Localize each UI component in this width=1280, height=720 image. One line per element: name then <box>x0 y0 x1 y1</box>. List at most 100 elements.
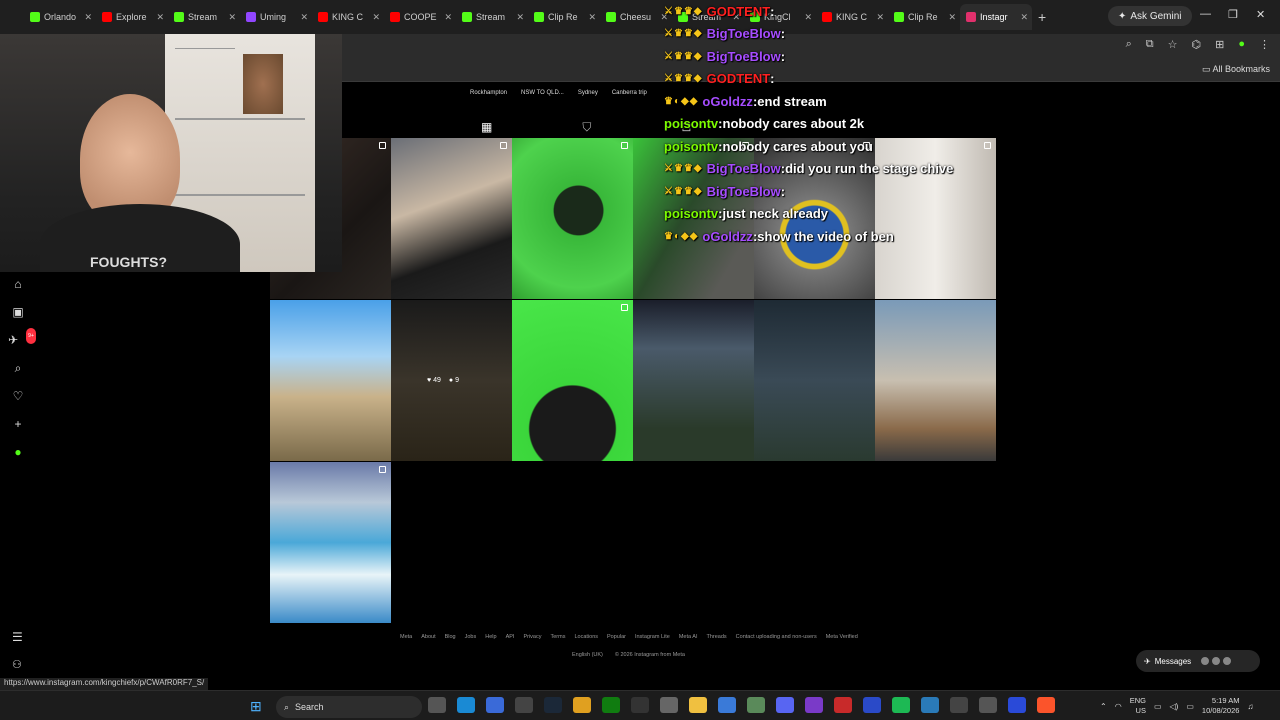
post-thumbnail[interactable] <box>633 300 754 461</box>
highlight-label[interactable]: NSW TO QLD... <box>521 90 564 96</box>
browser-tab[interactable]: Explore ✕ <box>96 4 168 30</box>
spotify-icon[interactable] <box>892 697 910 713</box>
close-tab-icon[interactable]: ✕ <box>300 12 308 23</box>
browser-tab[interactable]: Orlando ✕ <box>24 4 96 30</box>
highlight-label[interactable]: Sydney <box>578 90 598 96</box>
browser-tab[interactable]: Stream ✕ <box>456 4 528 30</box>
footer-link[interactable]: Help <box>485 634 496 640</box>
close-tab-icon[interactable]: ✕ <box>588 12 596 23</box>
post-thumbnail[interactable] <box>512 138 633 299</box>
grid-icon[interactable]: ▦ <box>481 120 492 135</box>
bookmark-star-icon[interactable]: ☆ <box>1168 38 1178 51</box>
search-icon[interactable]: ⌕ <box>15 360 22 376</box>
xbox-icon[interactable] <box>602 697 620 713</box>
footer-link[interactable]: Terms <box>550 634 565 640</box>
battery-icon[interactable]: ▭ <box>1186 702 1194 711</box>
messages-nav-icon[interactable]: ✈ 9+ <box>8 328 36 348</box>
post-thumbnail[interactable] <box>391 138 512 299</box>
notifications-heart-icon[interactable]: ♡ <box>13 388 24 404</box>
footer-link[interactable]: Jobs <box>465 634 477 640</box>
close-tab-icon[interactable]: ✕ <box>516 12 524 23</box>
post-thumbnail[interactable] <box>875 300 996 461</box>
post-thumbnail[interactable] <box>270 300 391 461</box>
file-explorer-icon[interactable] <box>689 697 707 713</box>
post-thumbnail-hovered[interactable]: ♥ 49 ● 9 <box>391 300 512 461</box>
close-tab-icon[interactable]: ✕ <box>156 12 164 23</box>
language-indicator[interactable]: ENG US <box>1130 696 1146 716</box>
app-icon[interactable] <box>805 697 823 713</box>
wifi-icon[interactable]: ◠ <box>1115 702 1122 711</box>
browser-tab[interactable]: Stream ✕ <box>168 4 240 30</box>
maximize-button[interactable]: ❐ <box>1228 8 1238 21</box>
minimize-button[interactable]: — <box>1200 8 1211 20</box>
browser-tab[interactable]: COOPE ✕ <box>384 4 456 30</box>
browser-tab[interactable]: Uming ✕ <box>240 4 312 30</box>
settings-icon[interactable] <box>660 697 678 713</box>
footer-link[interactable]: Contact uploading and non-users <box>736 634 817 640</box>
footer-link[interactable]: Blog <box>445 634 456 640</box>
taskbar-search[interactable]: ⌕ Search <box>276 696 422 718</box>
browser-tab[interactable]: KING C ✕ <box>312 4 384 30</box>
start-button[interactable]: ⊞ <box>250 698 262 715</box>
meta-apps-icon[interactable]: ⚇ <box>12 658 22 671</box>
discord-icon[interactable] <box>776 697 794 713</box>
close-tab-icon[interactable]: ✕ <box>372 12 380 23</box>
extension-icon[interactable]: ⌬ <box>1192 38 1202 51</box>
volume-icon[interactable]: ◁) <box>1170 702 1179 711</box>
app-icon[interactable] <box>486 697 504 713</box>
app-icon[interactable] <box>921 697 939 713</box>
ask-gemini-button[interactable]: ✦ Ask Gemini <box>1108 6 1192 26</box>
app-icon[interactable] <box>631 697 649 713</box>
footer-link[interactable]: Privacy <box>523 634 541 640</box>
app-icon[interactable] <box>747 697 765 713</box>
footer-link[interactable]: Meta <box>400 634 412 640</box>
highlight-label[interactable]: Canberra trip <box>612 90 647 96</box>
home-icon[interactable]: ⌂ <box>14 276 21 292</box>
app-icon[interactable] <box>979 697 997 713</box>
footer-link[interactable]: Instagram Lite <box>635 634 670 640</box>
footer-link[interactable]: Locations <box>574 634 598 640</box>
all-bookmarks-button[interactable]: ▭ All Bookmarks <box>1202 64 1270 75</box>
brave-icon[interactable] <box>1037 697 1055 713</box>
browser-tab[interactable]: Cheesu ✕ <box>600 4 672 30</box>
app-icon[interactable] <box>1008 697 1026 713</box>
chrome-icon[interactable] <box>573 697 591 713</box>
extensions-puzzle-icon[interactable]: ⊞ <box>1215 38 1224 51</box>
app-icon[interactable] <box>950 697 968 713</box>
more-menu-icon[interactable]: ☰ <box>12 630 23 644</box>
messages-button[interactable]: ✈ Messages <box>1136 650 1260 672</box>
obs-icon[interactable] <box>515 697 533 713</box>
close-window-button[interactable]: ✕ <box>1256 8 1265 21</box>
app-icon[interactable] <box>834 697 852 713</box>
app-icon[interactable] <box>863 697 881 713</box>
footer-link[interactable]: Popular <box>607 634 626 640</box>
profile-avatar-icon[interactable]: ● <box>14 444 21 460</box>
chevron-up-icon[interactable]: ⌃ <box>1100 702 1107 711</box>
close-tab-icon[interactable]: ✕ <box>84 12 92 23</box>
language-selector[interactable]: English (UK) <box>572 652 603 658</box>
post-thumbnail[interactable] <box>270 462 391 623</box>
reels-icon[interactable]: ▣ <box>12 304 23 320</box>
footer-link[interactable]: About <box>421 634 435 640</box>
steam-icon[interactable] <box>544 697 562 713</box>
store-icon[interactable] <box>718 697 736 713</box>
create-plus-icon[interactable]: + <box>14 416 21 432</box>
notification-bell-icon[interactable]: ♫ <box>1247 702 1253 711</box>
zoom-icon[interactable]: ⌕ <box>1126 38 1132 51</box>
highlight-label[interactable]: Rockhampton <box>470 90 507 96</box>
profile-avatar[interactable]: ● <box>1238 38 1245 51</box>
close-tab-icon[interactable]: ✕ <box>444 12 452 23</box>
footer-link[interactable]: Meta AI <box>679 634 698 640</box>
install-icon[interactable]: ⧉ <box>1146 38 1154 51</box>
menu-kebab-icon[interactable]: ⋮ <box>1259 38 1270 51</box>
footer-link[interactable]: Meta Verified <box>826 634 858 640</box>
saved-icon[interactable]: ⛉ <box>582 120 591 135</box>
footer-link[interactable]: Threads <box>706 634 726 640</box>
new-tab-button[interactable]: + <box>1038 9 1046 25</box>
clock[interactable]: 5:19 AM 10/08/2026 <box>1202 696 1240 716</box>
browser-tab[interactable]: Clip Re ✕ <box>528 4 600 30</box>
post-thumbnail[interactable] <box>754 300 875 461</box>
footer-link[interactable]: API <box>506 634 515 640</box>
task-view-icon[interactable] <box>428 697 446 713</box>
close-tab-icon[interactable]: ✕ <box>1020 12 1028 23</box>
